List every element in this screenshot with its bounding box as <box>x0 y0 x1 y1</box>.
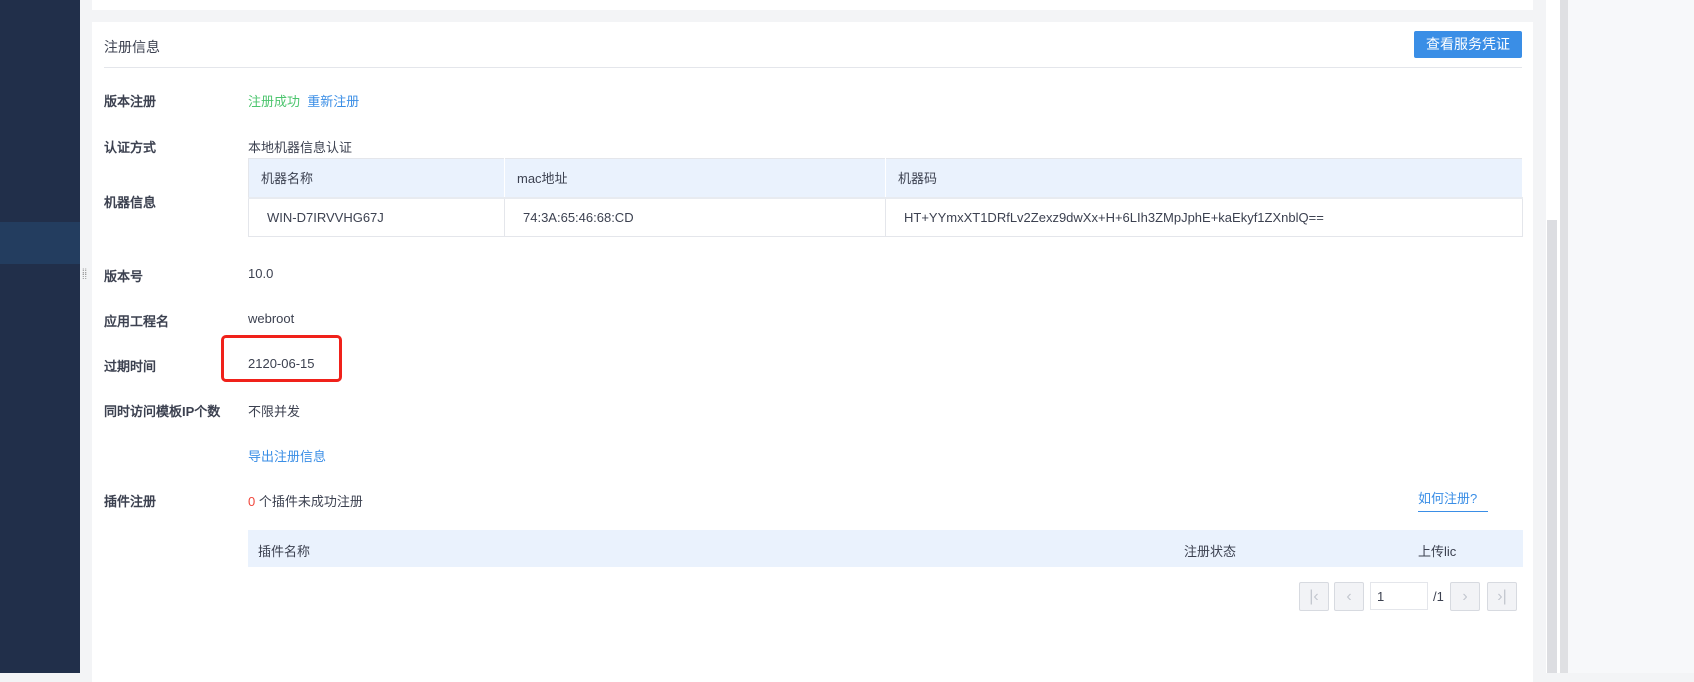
first-page-button[interactable]: |‹ <box>1299 582 1329 611</box>
app-label: 应用工程名 <box>104 314 170 329</box>
machine-code: HT+YYmxXT1DRfLv2Zexz9dwXx+H+6LIh3ZMpJphE… <box>885 196 1523 237</box>
sidebar-item-active[interactable] <box>0 222 80 264</box>
top-card <box>92 0 1533 10</box>
version-label: 版本号 <box>104 269 144 284</box>
version-reg-label: 版本注册 <box>104 94 157 109</box>
col-machine-code: 机器码 <box>885 158 1523 198</box>
machine-name: WIN-D7IRVVHG67J <box>248 196 505 237</box>
scrollbar[interactable] <box>1547 220 1557 673</box>
plugin-status: 0 个插件未成功注册 <box>248 491 363 510</box>
app-value: webroot <box>248 311 295 326</box>
outer-scrollbar[interactable] <box>1560 0 1568 673</box>
mac-address: 74:3A:65:46:68:CD <box>504 196 886 237</box>
how-to-register-link[interactable]: 如何注册? <box>1418 488 1488 512</box>
plugin-table-header: 插件名称 注册状态 上传lic <box>248 530 1523 567</box>
plugin-count-text: 个插件未成功注册 <box>258 494 363 509</box>
version-value: 10.0 <box>248 266 274 281</box>
machine-table: 机器名称 mac地址 机器码 WIN-D7IRVVHG67J 74:3A:65:… <box>248 158 1523 237</box>
ip-value: 不限并发 <box>248 404 301 419</box>
last-page-button[interactable]: ›| <box>1487 582 1517 611</box>
table-header: 机器名称 mac地址 机器码 <box>248 158 1523 198</box>
export-link[interactable]: 导出注册信息 <box>248 446 326 465</box>
auth-value: 本地机器信息认证 <box>248 140 353 155</box>
next-page-button[interactable]: › <box>1450 582 1480 611</box>
divider <box>104 67 1522 68</box>
col-upload-lic: 上传lic <box>1418 544 1457 559</box>
sidebar <box>0 0 80 673</box>
page-total: /1 <box>1433 589 1444 604</box>
right-background <box>1568 0 1694 673</box>
plugin-count: 0 <box>248 494 256 509</box>
col-machine-name: 机器名称 <box>248 158 505 198</box>
version-reg-value: 注册成功 重新注册 <box>248 91 359 110</box>
highlight-box <box>221 335 342 382</box>
col-plugin-name: 插件名称 <box>258 544 311 559</box>
page-title: 注册信息 <box>104 39 160 55</box>
machine-label: 机器信息 <box>104 195 157 210</box>
ip-label: 同时访问模板IP个数 <box>104 404 221 419</box>
reregister-link[interactable]: 重新注册 <box>307 94 359 109</box>
auth-label: 认证方式 <box>104 140 157 155</box>
col-mac: mac地址 <box>504 158 886 198</box>
page-input[interactable] <box>1370 582 1428 610</box>
resize-handle-icon[interactable]: ⁞⁞ ⁞⁞ <box>82 268 87 281</box>
reg-status: 注册成功 <box>248 94 301 109</box>
view-certificate-button[interactable]: 查看服务凭证 <box>1414 31 1522 58</box>
prev-page-button[interactable]: ‹ <box>1334 582 1364 611</box>
col-reg-status: 注册状态 <box>1184 544 1237 559</box>
table-row: WIN-D7IRVVHG67J 74:3A:65:46:68:CD HT+YYm… <box>248 196 1523 237</box>
plugin-label: 插件注册 <box>104 494 157 509</box>
expire-label: 过期时间 <box>104 359 157 374</box>
